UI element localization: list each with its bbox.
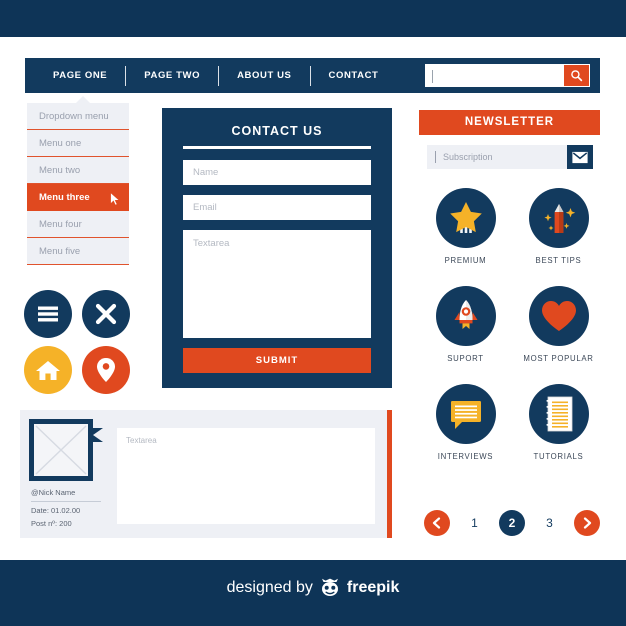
dropdown-item-menu-one[interactable]: Menu one	[27, 130, 129, 157]
comment-meta: @Nick Name Date: 01.02.00 Post nº: 200	[31, 488, 101, 528]
feature-circle	[528, 286, 589, 346]
main-navbar: PAGE ONE PAGE TWO ABOUT US CONTACT	[25, 58, 600, 93]
location-button[interactable]	[82, 346, 130, 394]
comment-nickname: @Nick Name	[31, 488, 101, 502]
avatar-speech-beak	[93, 428, 103, 442]
pagination: 1 2 3	[424, 510, 600, 536]
dropdown-menu[interactable]: Dropdown menu Menu one Menu two Menu thr…	[27, 96, 129, 265]
comment-textarea[interactable]: Textarea	[117, 428, 375, 524]
dropdown-item-menu-four[interactable]: Menu four	[27, 211, 129, 238]
feature-circle	[435, 286, 496, 346]
close-x-icon	[95, 303, 117, 325]
dropdown-item-menu-five[interactable]: Menu five	[27, 238, 129, 265]
feature-best-tips[interactable]: BEST TIPS	[512, 188, 605, 265]
newsletter-title-button[interactable]: NEWSLETTER	[419, 110, 600, 135]
contact-name-input[interactable]: Name	[183, 160, 371, 185]
nav-separator	[309, 65, 311, 86]
chevron-right-icon	[583, 517, 592, 529]
pagination-page-1[interactable]: 1	[462, 510, 488, 536]
chevron-left-icon	[432, 517, 441, 529]
contact-form-panel: CONTACT US Name Email Textarea SUBMIT	[162, 108, 392, 388]
feature-label: INTERVIEWS	[437, 452, 494, 461]
text-cursor	[435, 151, 436, 163]
title-underline	[183, 146, 371, 149]
feature-circle	[528, 188, 589, 248]
image-placeholder-icon	[35, 425, 87, 475]
hamburger-menu-button[interactable]	[24, 290, 72, 338]
footer-designed-by-text: designed by	[226, 578, 313, 596]
feature-icon-grid: PREMIUM BEST TIPS SUPORT MOST POPULAR IN…	[419, 188, 605, 461]
feature-suport[interactable]: SUPORT	[419, 286, 512, 363]
feature-tutorials[interactable]: TUTORIALS	[512, 384, 605, 461]
top-navy-band	[0, 0, 626, 37]
dropdown-item-dropdown-menu[interactable]: Dropdown menu	[27, 103, 129, 130]
home-button[interactable]	[24, 346, 72, 394]
rocket-icon	[454, 300, 477, 329]
feature-label: MOST POPULAR	[523, 354, 594, 363]
pagination-page-3[interactable]: 3	[537, 510, 563, 536]
location-pin-icon	[97, 358, 115, 382]
nav-item-page-two[interactable]: PAGE TWO	[126, 58, 218, 93]
feature-label: TUTORIALS	[533, 452, 584, 461]
search-button[interactable]	[564, 65, 589, 86]
envelope-icon	[572, 151, 588, 163]
notebook-icon	[545, 396, 572, 432]
search-input[interactable]	[433, 65, 564, 86]
subscription-placeholder: Subscription	[443, 152, 493, 162]
home-icon	[36, 361, 60, 380]
feature-circle	[435, 384, 496, 444]
comment-date: Date: 01.02.00	[31, 506, 81, 515]
footer-credit: designed by freepik	[0, 578, 626, 597]
card-accent-bar	[387, 410, 392, 538]
pencil-sparkle-icon	[543, 204, 575, 233]
nav-separator	[125, 65, 127, 86]
comment-post-number: Post nº: 200	[31, 519, 72, 528]
close-button[interactable]	[82, 290, 130, 338]
contact-form-title: CONTACT US	[231, 124, 323, 138]
dropdown-item-menu-three[interactable]: Menu three	[27, 184, 129, 211]
pagination-next-button[interactable]	[574, 510, 600, 536]
contact-submit-button[interactable]: SUBMIT	[183, 348, 371, 373]
nav-item-contact[interactable]: CONTACT	[311, 58, 397, 93]
subscription-input[interactable]: Subscription	[427, 145, 567, 169]
feature-most-popular[interactable]: MOST POPULAR	[512, 286, 605, 363]
nav-separator	[218, 65, 220, 86]
hamburger-menu-icon	[38, 306, 58, 322]
feature-label: PREMIUM	[444, 256, 487, 265]
contact-email-input[interactable]: Email	[183, 195, 371, 220]
dropdown-item-label: Menu three	[39, 192, 90, 203]
star-badge-icon	[449, 202, 482, 233]
contact-message-textarea[interactable]: Textarea	[183, 230, 371, 338]
feature-label: BEST TIPS	[535, 256, 582, 265]
avatar[interactable]	[29, 419, 93, 481]
footer-brand-name: freepik	[346, 578, 400, 596]
subscription-row: Subscription	[427, 145, 593, 169]
dropdown-item-menu-two[interactable]: Menu two	[27, 157, 129, 184]
comment-card: @Nick Name Date: 01.02.00 Post nº: 200 T…	[20, 410, 392, 538]
pagination-prev-button[interactable]	[424, 510, 450, 536]
pagination-page-2[interactable]: 2	[499, 510, 525, 536]
feature-circle	[528, 384, 589, 444]
heart-icon	[541, 301, 576, 331]
freepik-face-icon	[321, 578, 338, 596]
round-icon-button-group	[24, 290, 134, 394]
feature-circle	[435, 188, 496, 248]
feature-interviews[interactable]: INTERVIEWS	[419, 384, 512, 461]
search-box[interactable]	[425, 64, 590, 87]
search-icon	[571, 70, 583, 82]
speech-bubble-icon	[450, 401, 481, 429]
nav-item-page-one[interactable]: PAGE ONE	[35, 58, 125, 93]
nav-item-about-us[interactable]: ABOUT US	[219, 58, 309, 93]
feature-premium[interactable]: PREMIUM	[419, 188, 512, 265]
subscription-submit-button[interactable]	[567, 145, 593, 169]
feature-label: SUPORT	[447, 354, 484, 363]
